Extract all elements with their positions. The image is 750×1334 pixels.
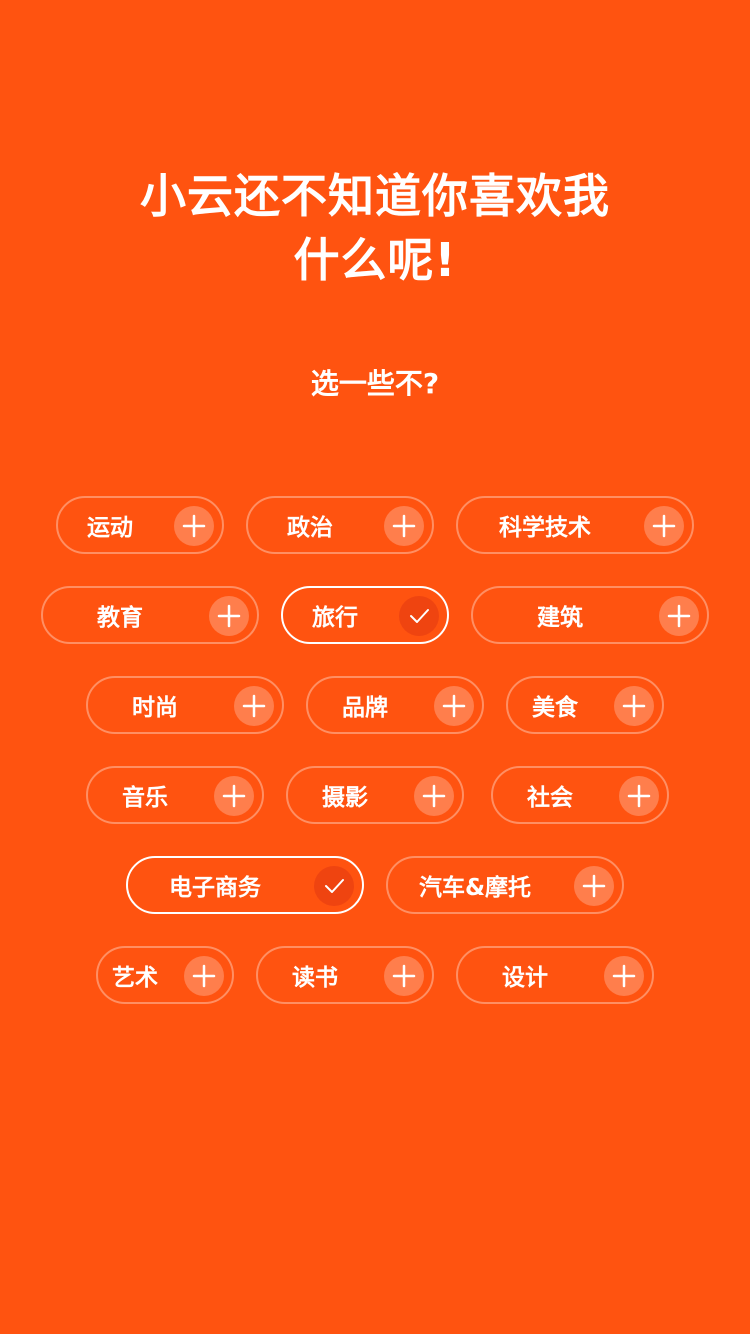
tag-chip[interactable]: 社会 [491,766,669,824]
page-subtitle: 选一些不? [310,367,440,400]
tag-label: 政治 [287,515,333,541]
plus-icon[interactable] [614,686,654,726]
tag-chip[interactable]: 科学技术 [456,496,694,554]
plus-icon[interactable] [659,596,699,636]
plus-icon[interactable] [434,686,474,726]
plus-icon[interactable] [619,776,659,816]
plus-icon[interactable] [384,506,424,546]
tag-label: 艺术 [112,965,158,991]
tag-chip[interactable]: 运动 [56,496,224,554]
tag-label: 汽车&摩托 [418,875,532,901]
plus-icon[interactable] [234,686,274,726]
plus-icon[interactable] [414,776,454,816]
tag-chip[interactable]: 设计 [456,946,654,1004]
tag-chip[interactable]: 政治 [246,496,434,554]
tag-chip[interactable]: 音乐 [86,766,264,824]
plus-icon[interactable] [604,956,644,996]
tag-label: 运动 [87,515,133,541]
tag-chip[interactable]: 教育 [41,586,259,644]
tag-chip[interactable]: 读书 [256,946,434,1004]
tag-chip[interactable]: 建筑 [471,586,709,644]
tag-chip-selected[interactable]: 旅行 [281,586,449,644]
tag-chip[interactable]: 艺术 [96,946,234,1004]
tag-chip-selected[interactable]: 电子商务 [126,856,364,914]
tag-label: 社会 [527,785,573,811]
plus-icon[interactable] [209,596,249,636]
tag-label: 设计 [502,965,548,991]
tag-label: 音乐 [122,785,168,811]
page-title-line-1: 小云还不知道你喜欢我 [140,169,610,223]
tag-chip[interactable]: 摄影 [286,766,464,824]
tag-label: 教育 [97,605,143,631]
plus-icon[interactable] [574,866,614,906]
tag-label: 建筑 [537,605,583,631]
tag-label: 品牌 [342,695,388,721]
plus-icon[interactable] [214,776,254,816]
tag-label: 时尚 [132,695,178,721]
tag-label: 旅行 [312,605,358,631]
page-title-line-2: 什么呢! [293,233,457,287]
tag-chip[interactable]: 美食 [506,676,664,734]
plus-icon[interactable] [644,506,684,546]
tag-label: 电子商务 [169,875,261,901]
tag-label: 摄影 [322,785,368,811]
tag-chip[interactable]: 时尚 [86,676,284,734]
plus-icon[interactable] [184,956,224,996]
tag-label: 科学技术 [499,515,591,541]
check-icon[interactable] [314,866,354,906]
tag-label: 读书 [292,965,338,991]
tag-chip[interactable]: 汽车&摩托 [386,856,624,914]
tag-label: 美食 [532,695,578,721]
plus-icon[interactable] [384,956,424,996]
check-icon[interactable] [399,596,439,636]
tag-chip[interactable]: 品牌 [306,676,484,734]
plus-icon[interactable] [174,506,214,546]
